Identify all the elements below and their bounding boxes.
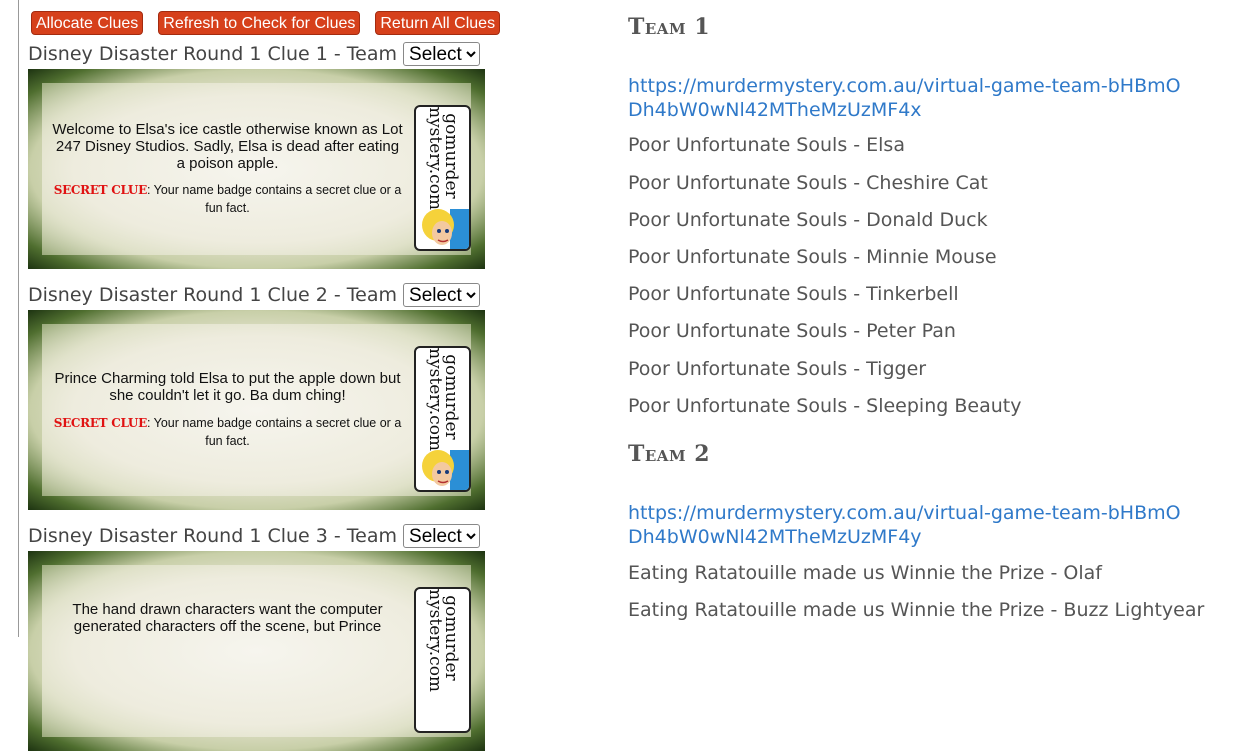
secret-clue-tag: SECRET CLUE [53,183,148,197]
team-1-member: Poor Unfortunate Souls - Tigger [628,358,927,380]
detective-face-icon [422,450,469,490]
clue-3-header: Disney Disaster Round 1 Clue 3 - Team Se… [28,524,481,548]
gomurder-logo: gomurder mystery.com [414,105,471,251]
clue-3-team-select[interactable]: Select [403,524,481,548]
clue-2-card: Prince Charming told Elsa to put the app… [28,310,485,510]
team-2-link[interactable]: https://murdermystery.com.au/virtual-gam… [628,501,1188,549]
gomurder-logo: gomurder mystery.com [414,346,471,492]
clue-3-card: The hand drawn characters want the compu… [28,551,485,751]
clue-3-label: Disney Disaster Round 1 Clue 3 - Team [28,525,398,547]
clue-2-secret: SECRET CLUE: Your name badge contains a … [50,414,405,450]
team-1-member: Poor Unfortunate Souls - Sleeping Beauty [628,395,1022,417]
team-2-member: Eating Ratatouille made us Winnie the Pr… [628,599,1205,621]
team-1-member: Poor Unfortunate Souls - Cheshire Cat [628,172,988,194]
allocate-clues-button[interactable]: Allocate Clues [31,11,144,35]
team-1-member: Poor Unfortunate Souls - Minnie Mouse [628,246,997,268]
return-all-clues-button[interactable]: Return All Clues [375,11,501,35]
clue-1-card: Welcome to Elsa's ice castle otherwise k… [28,69,485,269]
clue-1-secret: SECRET CLUE: Your name badge contains a … [50,181,405,217]
team-2-member: Eating Ratatouille made us Winnie the Pr… [628,562,1102,584]
card-background [42,565,471,737]
logo-text: gomurder mystery.com [424,587,461,693]
gomurder-logo: gomurder mystery.com [414,587,471,733]
team-1-member: Poor Unfortunate Souls - Donald Duck [628,209,988,231]
left-border-line [18,0,19,637]
team-1-member: Poor Unfortunate Souls - Peter Pan [628,320,956,342]
card-background [42,324,471,496]
logo-line-2: mystery.com [424,346,445,452]
refresh-clues-button[interactable]: Refresh to Check for Clues [158,11,361,35]
clue-actions: Allocate Clues Refresh to Check for Clue… [31,11,501,35]
clue-1-text: Welcome to Elsa's ice castle otherwise k… [52,121,403,172]
logo-text: gomurder mystery.com [424,105,461,211]
team-2-heading: Team 2 [628,441,711,467]
logo-text: gomurder mystery.com [424,346,461,452]
clue-2-header: Disney Disaster Round 1 Clue 2 - Team Se… [28,283,481,307]
team-1-link[interactable]: https://murdermystery.com.au/virtual-gam… [628,74,1188,122]
clue-3-text: The hand drawn characters want the compu… [72,601,383,635]
team-1-member: Poor Unfortunate Souls - Elsa [628,134,905,156]
logo-line-2: mystery.com [424,587,445,693]
clue-1-header: Disney Disaster Round 1 Clue 1 - Team Se… [28,42,481,66]
clue-2-label: Disney Disaster Round 1 Clue 2 - Team [28,284,398,306]
detective-face-icon [422,209,469,249]
logo-line-2: mystery.com [424,105,445,211]
secret-clue-text: : Your name badge contains a secret clue… [146,416,402,448]
clue-1-label: Disney Disaster Round 1 Clue 1 - Team [28,43,398,65]
clue-1-team-select[interactable]: Select [403,42,481,66]
secret-clue-tag: SECRET CLUE [53,416,148,430]
secret-clue-text: : Your name badge contains a secret clue… [146,183,402,215]
clue-2-team-select[interactable]: Select [403,283,481,307]
team-1-member: Poor Unfortunate Souls - Tinkerbell [628,283,959,305]
team-1-heading: Team 1 [628,14,711,40]
clue-2-text: Prince Charming told Elsa to put the app… [54,370,401,404]
